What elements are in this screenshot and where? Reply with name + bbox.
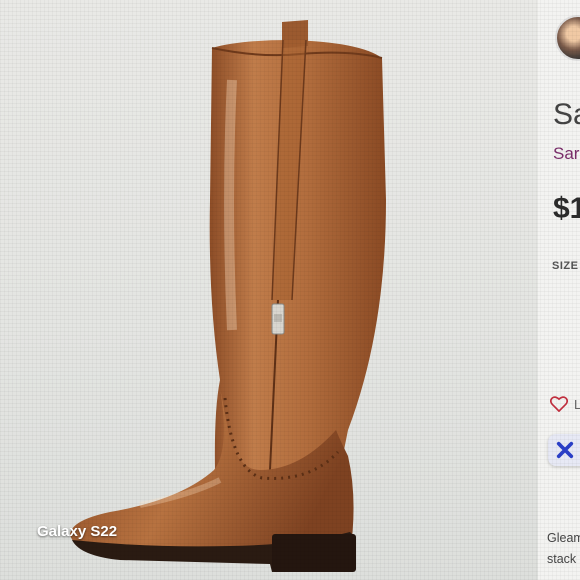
listing-details-panel [538, 0, 580, 580]
price: $1 [553, 192, 580, 225]
size-label: SIZE [552, 260, 579, 272]
like-button[interactable]: L [550, 396, 580, 412]
listing-description: Gleam stack [547, 528, 580, 570]
brand-link[interactable]: Sar [553, 144, 579, 164]
x-mark-icon [556, 441, 574, 459]
photo-of-screen: Sa Sar $1 SIZE L Gleam stack Galaxy S22 [0, 0, 580, 580]
listing-title[interactable]: Sa [553, 98, 580, 132]
product-image[interactable] [0, 0, 538, 580]
like-count: L [574, 396, 580, 412]
boot-heel [272, 534, 356, 572]
heart-outline-icon [550, 396, 568, 412]
description-line-2: stack [547, 552, 577, 566]
share-button[interactable] [548, 434, 580, 466]
camera-watermark: Galaxy S22 [37, 523, 118, 540]
description-line-1: Gleam [547, 531, 580, 545]
